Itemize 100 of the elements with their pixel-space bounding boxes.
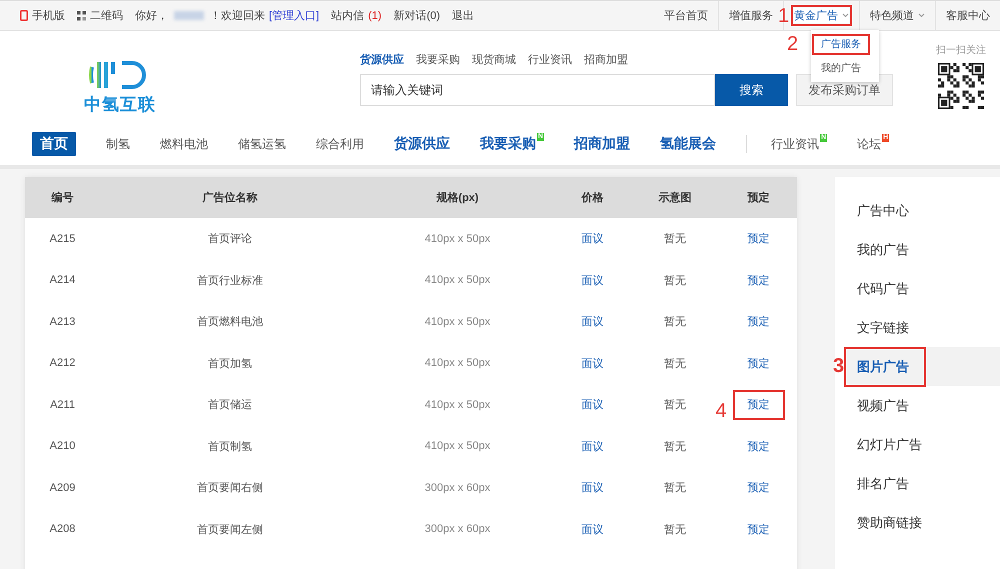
table-cell-text: 暂无 (664, 481, 686, 496)
table-cell: A211 (50, 398, 75, 411)
column-header: 价格 (582, 190, 604, 205)
table-cell: 410px x 50px (424, 316, 490, 328)
book-link[interactable]: 预定 (736, 352, 782, 376)
search-category-tab[interactable]: 招商加盟 (584, 52, 628, 67)
search-button[interactable]: 搜索 (715, 74, 788, 106)
column-header: 广告位名称 (202, 190, 258, 205)
nav-tab[interactable]: 我要采购 (480, 131, 536, 157)
messages-link[interactable]: 站内信 (1) (331, 8, 382, 23)
table-cell-text: 暂无 (664, 356, 686, 371)
book-link[interactable]: 预定 (736, 393, 782, 418)
sidebar-item[interactable]: 文字链接 (845, 308, 1000, 347)
table-cell: A212 (50, 357, 76, 370)
table-cell-text: 首页要闻右侧 (197, 481, 263, 496)
qr-code-icon (77, 10, 86, 20)
nav-tab[interactable]: 招商加盟 (574, 131, 630, 157)
table-cell: A208 (50, 523, 76, 536)
table-cell: 410px x 50px (424, 274, 490, 286)
price-link[interactable]: 面议 (582, 522, 604, 537)
logout-link[interactable]: 退出 (452, 8, 474, 23)
top-menu-item[interactable]: 客服中心 (946, 8, 990, 23)
nav-tab[interactable]: 氢能展会 (660, 131, 716, 157)
sidebar-item[interactable]: 广告中心 (845, 191, 1000, 230)
sidebar-item[interactable]: 代码广告 (845, 269, 1000, 308)
dropdown-item[interactable]: 广告服务 (815, 37, 867, 52)
table-cell: 300px x 60px (424, 482, 490, 494)
column-header: 预定 (748, 190, 770, 205)
book-link[interactable]: 预定 (736, 310, 782, 334)
table-cell-text: 首页加氢 (208, 356, 252, 371)
annotation-number: 4 (716, 401, 727, 422)
table-cell-text: 首页要闻左侧 (197, 522, 263, 537)
qr-code-link[interactable]: 二维码 (77, 8, 123, 23)
nav-tab[interactable]: 货源供应 (394, 131, 450, 157)
annotation-number: 2 (787, 34, 798, 54)
price-link[interactable]: 面议 (582, 438, 604, 454)
sidebar-item[interactable]: 排名广告 (845, 464, 1000, 503)
column-header: 规格(px) (436, 190, 479, 205)
sidebar-item[interactable]: 赞助商链接 (845, 503, 1000, 542)
column-header: 示意图 (658, 190, 692, 205)
table-cell-text: 首页评论 (208, 232, 252, 246)
admin-link[interactable]: [管理入口] (269, 8, 320, 23)
annotation-number: 1 (778, 6, 790, 26)
table-cell: 300px x 60px (424, 523, 490, 536)
table-cell-text: 暂无 (664, 398, 686, 412)
search-category-tab[interactable]: 我要采购 (416, 52, 460, 67)
table-cell: 410px x 50px (424, 398, 490, 411)
sidebar-item[interactable]: 我的广告 (845, 230, 1000, 269)
book-link[interactable]: 预定 (736, 518, 782, 542)
annotation-number: 3 (833, 356, 844, 376)
table-cell: A209 (50, 482, 76, 494)
logo-mark (89, 61, 146, 89)
table-cell-text: 暂无 (664, 232, 686, 246)
nav-tab[interactable]: 燃料电池 (160, 132, 208, 156)
qr-caption: 扫一扫关注 (936, 44, 986, 57)
table-cell: A214 (50, 274, 76, 286)
search-category-tab[interactable]: 现货商城 (472, 52, 516, 67)
sidebar-item[interactable]: 视频广告 (845, 386, 1000, 425)
book-link[interactable]: 预定 (736, 268, 782, 293)
table-cell-text: 首页燃料电池 (197, 315, 263, 330)
table-cell-text: 暂无 (664, 440, 686, 454)
search-field[interactable]: 请输入关键词 (360, 74, 715, 106)
table-cell: A215 (50, 232, 76, 245)
top-menu-item[interactable]: 增值服务 (729, 8, 773, 23)
top-menu-item[interactable]: 特色频道 (870, 8, 925, 23)
nav-tab[interactable]: 首页 (32, 132, 76, 156)
table-cell: 410px x 50px (424, 440, 490, 452)
nav-tab[interactable]: 制氢 (106, 132, 130, 156)
chats-link[interactable]: 新对话(0) (394, 8, 440, 23)
caret-icon (918, 13, 925, 18)
top-menu-item[interactable]: 平台首页 (664, 8, 708, 23)
price-link[interactable]: 面议 (582, 314, 604, 330)
table-cell-text: 暂无 (664, 274, 686, 288)
price-link[interactable]: 面议 (582, 356, 604, 371)
table-cell: 410px x 50px (424, 357, 490, 370)
table-cell: A213 (50, 316, 76, 328)
book-link[interactable]: 预定 (736, 434, 782, 459)
nav-tab[interactable]: 综合利用 (316, 132, 364, 156)
book-link[interactable]: 预定 (736, 227, 782, 252)
logo-text: 中氢互联 (84, 94, 156, 116)
dropdown-item[interactable]: 我的广告 (815, 61, 867, 76)
nav-tab[interactable]: 储氢运氢 (238, 132, 286, 156)
book-link[interactable]: 预定 (736, 476, 782, 500)
greeting-text: 你好， (135, 9, 168, 23)
top-menu-item[interactable]: 黄金广告 (794, 8, 849, 23)
price-link[interactable]: 面议 (582, 397, 604, 412)
table-cell-text: 暂无 (664, 315, 686, 330)
search-category-tab[interactable]: 货源供应 (360, 52, 404, 67)
sidebar-item[interactable]: 幻灯片广告 (845, 425, 1000, 464)
price-link[interactable]: 面议 (582, 272, 604, 288)
table-cell: 410px x 50px (424, 232, 490, 245)
table-cell: A210 (50, 440, 76, 452)
phone-icon (20, 10, 28, 21)
price-link[interactable]: 面议 (582, 480, 604, 496)
mobile-link[interactable]: 手机版 (20, 8, 65, 23)
nav-tab[interactable]: 行业资讯 (771, 132, 820, 156)
nav-tab[interactable]: 论坛 (857, 132, 882, 156)
price-link[interactable]: 面议 (582, 231, 604, 246)
search-category-tab[interactable]: 行业资讯 (528, 52, 572, 67)
column-header: 编号 (52, 190, 74, 205)
